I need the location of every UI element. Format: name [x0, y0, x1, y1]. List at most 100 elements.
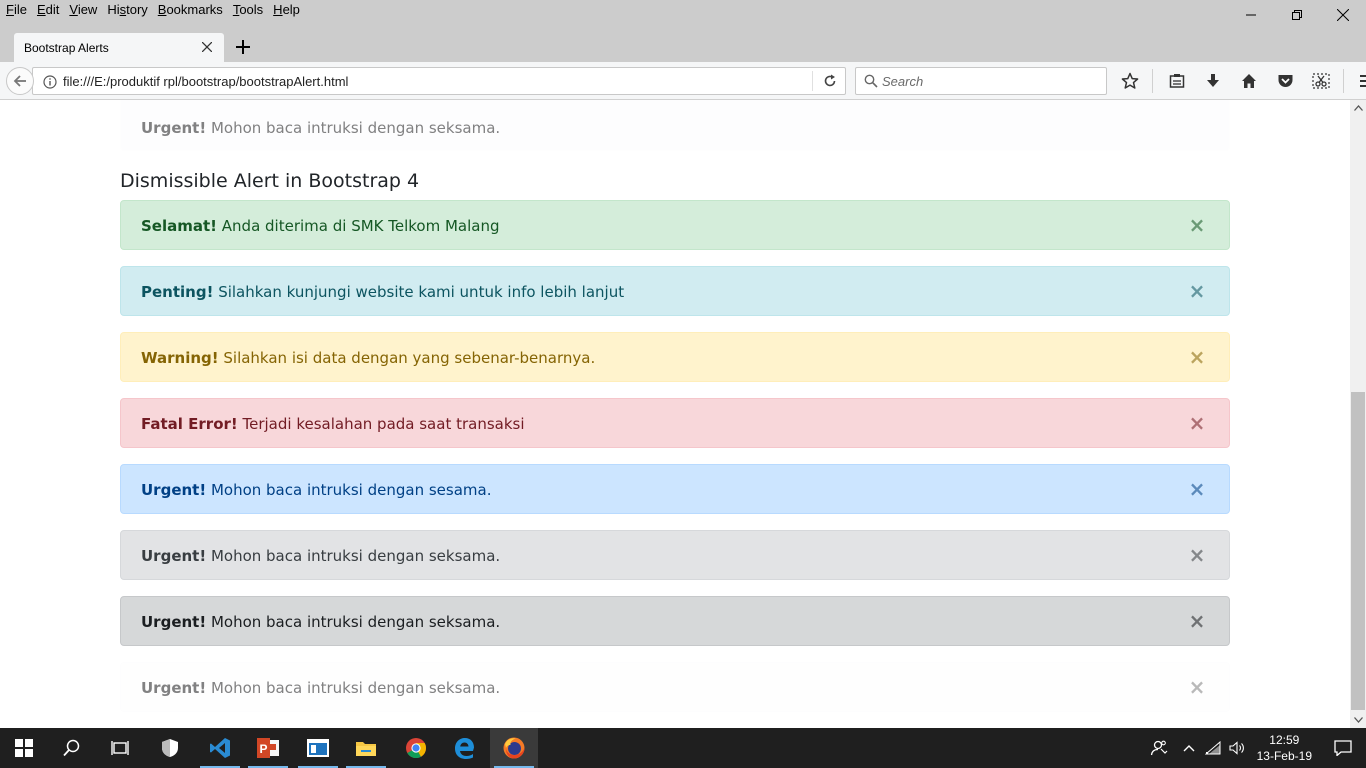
alert-message: Urgent! Mohon baca intruksi dengan seksa… — [141, 119, 500, 137]
alert-close-button[interactable]: × — [1187, 609, 1207, 633]
window-controls — [1228, 0, 1366, 30]
taskbar-app-window[interactable] — [294, 728, 342, 768]
page-content: Urgent! Mohon baca intruksi dengan seksa… — [0, 100, 1350, 728]
alert-dark: Urgent! Mohon baca intruksi dengan seksa… — [120, 596, 1230, 646]
alert-close-button[interactable]: × — [1187, 279, 1207, 303]
section-title: Dismissible Alert in Bootstrap 4 — [120, 170, 420, 192]
menu-item-file[interactable]: File — [6, 2, 27, 17]
alert-close-button[interactable]: × — [1187, 411, 1207, 435]
taskbar-chrome[interactable] — [392, 728, 440, 768]
new-tab-button[interactable] — [232, 36, 254, 58]
taskbar-search-button[interactable] — [48, 728, 96, 768]
bookmark-star-button[interactable] — [1112, 67, 1148, 95]
alert-light-partial: Urgent! Mohon baca intruksi dengan seksa… — [120, 100, 1230, 151]
menu-item-help[interactable]: Help — [273, 2, 300, 17]
url-text[interactable]: file:///E:/produktif rpl/bootstrap/boots… — [63, 74, 348, 89]
action-center-button[interactable] — [1320, 728, 1366, 768]
chevron-up-icon — [1183, 745, 1195, 752]
alert-close-button[interactable]: × — [1187, 345, 1207, 369]
tab-bar: Bootstrap Alerts — [0, 30, 1366, 62]
alert-close-button[interactable]: × — [1187, 543, 1207, 567]
alert-body: Terjadi kesalahan pada saat transaksi — [237, 415, 525, 433]
svg-text:P: P — [259, 742, 267, 756]
scissors-icon — [1312, 73, 1330, 89]
open-menu-button[interactable] — [1350, 67, 1366, 95]
window-app-icon — [307, 739, 329, 757]
toolbar-separator — [1152, 69, 1153, 93]
menu-item-tools[interactable]: Tools — [233, 2, 263, 17]
home-icon — [1242, 74, 1256, 88]
alert-close-button[interactable]: × — [1187, 477, 1207, 501]
system-tray: 12:59 13-Feb-19 — [1141, 728, 1366, 768]
clipboard-icon — [1169, 74, 1185, 88]
menu-items: File Edit View History Bookmarks Tools Help — [6, 2, 310, 17]
downloads-button[interactable] — [1195, 67, 1231, 95]
plus-icon — [236, 40, 250, 54]
folder-icon — [356, 742, 376, 756]
alert-body: Silahkan kunjungi website kami untuk inf… — [213, 283, 625, 301]
alert-body: Mohon baca intruksi dengan sesama. — [206, 481, 492, 499]
show-hidden-icons-button[interactable] — [1177, 728, 1201, 768]
restore-button[interactable] — [1274, 0, 1320, 30]
tab-bootstrap-alerts[interactable]: Bootstrap Alerts — [14, 33, 224, 62]
taskbar-file-explorer[interactable] — [342, 728, 390, 768]
url-separator — [812, 71, 813, 91]
menu-item-bookmarks[interactable]: Bookmarks — [158, 2, 223, 17]
taskbar-powerpoint[interactable]: P — [244, 728, 292, 768]
screenshot-button[interactable] — [1303, 67, 1339, 95]
alert-strong: Urgent! — [141, 613, 207, 631]
taskbar-edge[interactable] — [440, 728, 488, 768]
reading-list-button[interactable] — [1159, 67, 1195, 95]
alert-message: Warning! Silahkan isi data dengan yang s… — [141, 349, 595, 367]
alert-message: Fatal Error! Terjadi kesalahan pada saat… — [141, 415, 525, 433]
taskbar-vscode[interactable] — [196, 728, 244, 768]
people-button[interactable] — [1141, 728, 1177, 768]
clock[interactable]: 12:59 13-Feb-19 — [1257, 732, 1312, 764]
start-button[interactable] — [0, 728, 48, 768]
search-icon — [63, 739, 80, 757]
scroll-up-button[interactable] — [1350, 100, 1366, 116]
vertical-scrollbar[interactable] — [1350, 100, 1366, 728]
menu-item-history[interactable]: History — [107, 2, 147, 17]
alert-danger: Fatal Error! Terjadi kesalahan pada saat… — [120, 398, 1230, 448]
task-view-button[interactable] — [96, 728, 144, 768]
people-icon — [1150, 740, 1168, 756]
reload-icon[interactable] — [823, 74, 837, 88]
menu-access-key: H — [273, 2, 283, 17]
back-button[interactable] — [6, 67, 34, 95]
taskbar-security-app[interactable] — [146, 728, 194, 768]
alert-close-button[interactable]: × — [1187, 675, 1207, 699]
edge-icon — [455, 738, 474, 759]
search-input[interactable]: Search — [882, 74, 923, 89]
chevron-down-icon — [1353, 717, 1363, 723]
taskbar-firefox[interactable] — [490, 728, 538, 768]
alert-secondary: Urgent! Mohon baca intruksi dengan seksa… — [120, 530, 1230, 580]
search-bar[interactable]: Search — [855, 67, 1107, 95]
alert-strong: Urgent! — [141, 481, 207, 499]
minimize-button[interactable] — [1228, 0, 1274, 30]
clock-date: 13-Feb-19 — [1256, 749, 1312, 763]
alert-close-button[interactable]: × — [1187, 213, 1207, 237]
scroll-down-button[interactable] — [1350, 712, 1366, 728]
restore-icon — [1292, 10, 1302, 20]
menu-item-view[interactable]: View — [69, 2, 97, 17]
menu-item-edit[interactable]: Edit — [37, 2, 59, 17]
alert-strong: Urgent! — [141, 679, 207, 697]
network-button[interactable] — [1201, 728, 1225, 768]
alert-body: Anda diterima di SMK Telkom Malang — [217, 217, 500, 235]
close-icon — [1337, 9, 1349, 21]
alert-body: Mohon baca intruksi dengan seksama. — [206, 613, 501, 631]
volume-button[interactable] — [1225, 728, 1249, 768]
home-button[interactable] — [1231, 67, 1267, 95]
url-bar[interactable]: file:///E:/produktif rpl/bootstrap/boots… — [32, 67, 846, 95]
pocket-button[interactable] — [1267, 67, 1303, 95]
firefox-icon — [503, 737, 525, 759]
close-window-button[interactable] — [1320, 0, 1366, 30]
alert-strong: Urgent! — [141, 547, 207, 565]
chevron-up-icon — [1353, 105, 1363, 111]
alert-strong: Urgent! — [141, 119, 207, 137]
scroll-thumb[interactable] — [1351, 392, 1365, 710]
tab-close-button[interactable] — [198, 38, 216, 56]
menu-access-key: V — [69, 2, 78, 17]
info-icon[interactable] — [43, 75, 57, 89]
